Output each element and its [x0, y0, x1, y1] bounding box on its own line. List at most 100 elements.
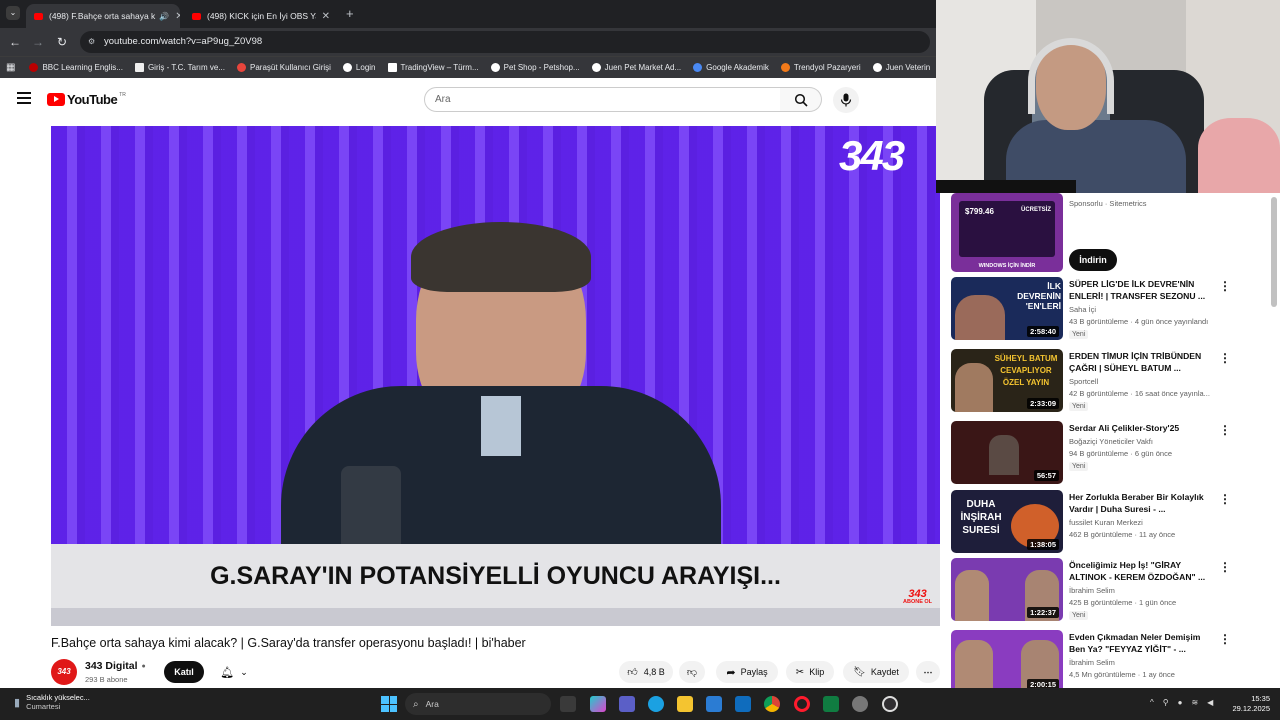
recommendations-sidebar: $799.46 ÜCRETSİZ WINDOWS İÇİN İNDİR Spon… [940, 193, 1280, 688]
dislike-button[interactable]: 👎︎ [679, 661, 705, 683]
system-tray[interactable]: ^ ⚲ ● ≋ ◀ [1150, 698, 1213, 707]
opera-icon[interactable] [794, 696, 810, 712]
recommended-video[interactable]: İLK DEVRENİN 'EN'LERİ 2:58:40 SÜPER LİG'… [951, 277, 1276, 341]
more-options-icon[interactable]: ⋮ [1219, 279, 1231, 293]
more-options-icon[interactable]: ⋮ [1219, 351, 1231, 365]
recommended-channel[interactable]: fussilet Kuran Merkezi [1069, 518, 1143, 527]
search-input[interactable]: Ara [424, 87, 781, 112]
recommended-channel[interactable]: İbrahim Selim [1069, 586, 1115, 595]
clip-button[interactable]: ✂ Klip [786, 661, 834, 683]
recommended-meta: 462 B görüntüleme · 11 ay önce [1069, 530, 1176, 539]
video-thumbnail[interactable]: 56:57 [951, 421, 1063, 484]
excel-icon[interactable] [823, 696, 839, 712]
bookmark-item[interactable]: Login [342, 63, 376, 72]
tab-close-icon[interactable]: ✕ [316, 11, 330, 22]
file-explorer-icon[interactable] [677, 696, 693, 712]
ad-thumbnail[interactable]: $799.46 ÜCRETSİZ WINDOWS İÇİN İNDİR [951, 193, 1063, 272]
scissors-icon: ✂ [795, 666, 805, 678]
chrome-icon[interactable] [764, 696, 780, 712]
youtube-logo[interactable]: YouTube TR [47, 92, 126, 107]
bookmark-item[interactable]: Trendyol Pazaryeri [780, 63, 861, 72]
bookmarks-bar: ▦ BBC Learning Englis... Giriş - T.C. Ta… [0, 56, 936, 78]
video-thumbnail[interactable]: DUHA İNŞİRAH SURESİ 1:38:05 [951, 490, 1063, 553]
bookmark-item[interactable]: Juen Veterin [872, 63, 930, 72]
share-button[interactable]: ➦ Paylaş [716, 661, 778, 683]
recommended-channel[interactable]: Sportcell [1069, 377, 1098, 386]
store-icon[interactable] [706, 696, 722, 712]
youtube-wordmark: YouTube [67, 92, 118, 107]
forward-icon[interactable]: → [30, 34, 46, 50]
obs-icon[interactable] [882, 696, 898, 712]
page-scrollbar[interactable] [1271, 197, 1277, 307]
bookmark-item[interactable]: Pet Shop - Petshop... [490, 63, 580, 72]
tab-inactive[interactable]: (498) KICK için En İyi OBS Yayın ✕ [184, 4, 338, 28]
video-thumbnail[interactable]: 2:00:15 [951, 630, 1063, 688]
video-thumbnail[interactable]: İLK DEVRENİN 'EN'LERİ 2:58:40 [951, 277, 1063, 340]
back-icon[interactable]: ← [7, 34, 23, 50]
more-options-icon[interactable]: ⋮ [1219, 560, 1231, 574]
search-button[interactable] [780, 87, 822, 112]
site-info-icon[interactable]: ⚙ [88, 31, 95, 53]
wifi-icon: ≋ [1191, 698, 1199, 707]
ad-cta-button[interactable]: İndirin [1069, 249, 1117, 271]
more-options-icon[interactable]: ⋮ [1219, 492, 1231, 506]
recommended-channel[interactable]: Saha İçi [1069, 305, 1096, 314]
recommended-title: Her Zorlukla Beraber Bir Kolaylık Vardır… [1069, 492, 1204, 514]
save-button[interactable]: 🔖︎ Kaydet [843, 661, 909, 683]
search-icon [794, 93, 808, 107]
video-thumbnail[interactable]: SÜHEYL BATUM CEVAPLIYOR ÖZEL YAYIN 2:33:… [951, 349, 1063, 412]
bookmark-item[interactable]: Paraşüt Kullanıcı Girişi [237, 63, 331, 72]
more-options-icon[interactable]: ⋮ [1219, 423, 1231, 437]
recommended-video[interactable]: DUHA İNŞİRAH SURESİ 1:38:05 Her Zorlukla… [951, 490, 1276, 554]
teams-icon[interactable] [619, 696, 635, 712]
more-options-icon[interactable]: ⋮ [1219, 632, 1231, 646]
start-button[interactable] [381, 696, 397, 712]
video-thumbnail[interactable]: 1:22:37 [951, 558, 1063, 621]
more-actions-button[interactable]: ⋯ [916, 661, 940, 683]
tab-close-icon[interactable]: ✕ [169, 11, 180, 22]
recommended-channel[interactable]: Boğaziçi Yöneticiler Vakfı [1069, 437, 1153, 446]
tab-active[interactable]: (498) F.Bahçe orta sahaya k 🔊 ✕ [26, 4, 180, 28]
address-bar[interactable]: ⚙ youtube.com/watch?v=aP9ug_Z0V98 [80, 31, 930, 53]
video-player[interactable]: 343 G.SARAY'IN POTANSİYELLİ OYUNCU ARAYI… [51, 126, 940, 626]
new-badge: Yeni [1069, 402, 1089, 411]
taskbar-search[interactable]: ⌕ Ara [405, 693, 551, 715]
channel-name[interactable]: 343 Digital ● [85, 660, 146, 672]
settings-icon[interactable] [852, 696, 868, 712]
mail-icon[interactable] [735, 696, 751, 712]
sponsored-ad[interactable]: $799.46 ÜCRETSİZ WINDOWS İÇİN İNDİR Spon… [951, 193, 1276, 273]
new-tab-button[interactable]: + [346, 6, 354, 21]
weather-widget[interactable]: ▮ Sıcaklık yükselec... Cumartesi [14, 693, 90, 711]
recommended-title: Serdar Ali Çelikler-Story'25 [1069, 423, 1180, 433]
join-button[interactable]: Katıl [164, 661, 204, 683]
youtube-favicon-icon [192, 12, 201, 20]
recommended-video[interactable]: SÜHEYL BATUM CEVAPLIYOR ÖZEL YAYIN 2:33:… [951, 349, 1276, 413]
bookmark-item[interactable]: TradingView – Türm... [387, 63, 479, 72]
copilot-icon[interactable] [590, 696, 606, 712]
voice-search-button[interactable] [833, 87, 859, 113]
task-view-icon[interactable] [560, 696, 576, 712]
menu-icon[interactable] [17, 92, 31, 104]
recommended-channel[interactable]: İbrahim Selim [1069, 658, 1115, 667]
bookmark-favicon-icon [387, 63, 397, 72]
like-button[interactable]: 👍︎ 4,8 B [619, 661, 673, 683]
channel-avatar[interactable]: 343 [51, 659, 77, 685]
apps-icon[interactable]: ▦ [6, 62, 15, 73]
clock[interactable]: 15:35 29.12.2025 [1218, 694, 1270, 714]
duration-badge: 2:00:15 [1027, 679, 1059, 688]
edge-icon[interactable] [648, 696, 664, 712]
bookmark-item[interactable]: BBC Learning Englis... [29, 63, 123, 72]
recommended-video[interactable]: 1:22:37 Önceliğimiz Hep İş! "GİRAY ALTIN… [951, 558, 1276, 622]
recommended-video[interactable]: 56:57 Serdar Ali Çelikler-Story'25 Boğaz… [951, 421, 1276, 485]
bookmark-item[interactable]: Giriş - T.C. Tarım ve... [134, 63, 225, 72]
tab-label: (498) KICK için En İyi OBS Yayın [207, 11, 316, 21]
presenter-figure [241, 222, 761, 556]
bookmark-item[interactable]: Juen Pet Market Ad... [591, 63, 681, 72]
reload-icon[interactable]: ↻ [54, 34, 70, 50]
tab-search-button[interactable]: ⌄ [6, 6, 20, 20]
duration-badge: 1:22:37 [1027, 607, 1059, 618]
duration-badge: 2:58:40 [1027, 326, 1059, 337]
recommended-video[interactable]: 2:00:15 Evden Çıkmadan Neler Demişim Ben… [951, 630, 1276, 688]
notification-bell-button[interactable]: 🔔︎ ⌄ [213, 661, 255, 683]
bookmark-item[interactable]: Google Akademik [693, 63, 769, 72]
